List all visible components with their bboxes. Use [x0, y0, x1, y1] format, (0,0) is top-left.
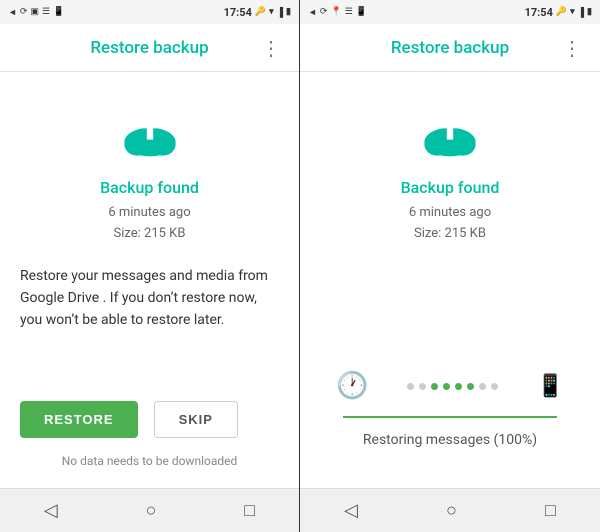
restoring-messages-label: Restoring messages (100%) — [363, 432, 537, 448]
backup-found-label-left: Backup found — [100, 178, 199, 197]
battery-icon: ▮ — [286, 7, 291, 17]
dot-4 — [443, 383, 450, 390]
progress-line — [343, 416, 557, 418]
screen-right: ◄ ⟳ 📍 ☰ 📱 17:54 🔑 ▾ ▐ ▮ Restore backup ⋮ — [300, 0, 600, 532]
menu-icon-status: ☰ — [42, 7, 50, 17]
cloud-upload-icon-right — [418, 102, 482, 166]
content-left: Backup found 6 minutes ago Size: 215 KB … — [0, 72, 299, 488]
backup-meta-right: 6 minutes ago Size: 215 KB — [409, 203, 491, 245]
overflow-menu-left[interactable]: ⋮ — [259, 36, 283, 60]
toolbar-title-left: Restore backup — [40, 38, 259, 58]
back-nav-left[interactable]: ◁ — [44, 500, 58, 521]
toolbar-title-right: Restore backup — [340, 38, 560, 58]
toolbar-right: Restore backup ⋮ — [300, 24, 600, 72]
home-nav-left[interactable]: ○ — [146, 500, 157, 521]
time-right: 17:54 — [525, 6, 553, 19]
status-icons-left-r: ◄ ⟳ 📍 ☰ 📱 — [308, 7, 367, 18]
recents-nav-right[interactable]: □ — [545, 500, 556, 521]
phone-icon-status: 📱 — [53, 7, 64, 17]
phone-icon-status-r: 📱 — [356, 7, 367, 17]
key-icon: 🔑 — [255, 7, 266, 17]
sync-icon-r: ⟳ — [320, 7, 328, 17]
toolbar-left: Restore backup ⋮ — [0, 24, 299, 72]
signal-bars-icon: ▐ — [277, 7, 283, 18]
screen-left: ◄ ⟳ ▣ ☰ 📱 17:54 🔑 ▾ ▐ ▮ Restore backup ⋮ — [0, 0, 300, 532]
backup-time-right: 6 minutes ago — [409, 203, 491, 224]
cloud-icon-container-left — [118, 102, 182, 170]
recents-nav-left[interactable]: □ — [244, 500, 255, 521]
history-icon: 🕐 — [336, 371, 368, 401]
cloud-icon-container-right — [418, 102, 482, 170]
signal-icon: ◄ — [8, 7, 17, 18]
backup-size-left: Size: 215 KB — [108, 224, 190, 245]
backup-time-left: 6 minutes ago — [108, 203, 190, 224]
dot-3 — [431, 383, 438, 390]
progress-track: 🕐 📱 — [316, 356, 584, 416]
sync-icon: ⟳ — [20, 7, 28, 17]
dot-1 — [407, 383, 414, 390]
phone-icon: 📱 — [537, 374, 564, 399]
camera-icon: ▣ — [30, 7, 39, 17]
home-nav-right[interactable]: ○ — [446, 500, 457, 521]
status-bar-right: ◄ ⟳ 📍 ☰ 📱 17:54 🔑 ▾ ▐ ▮ — [300, 0, 600, 24]
backup-found-label-right: Backup found — [401, 178, 500, 197]
progress-dots — [380, 383, 524, 390]
nav-bar-left: ◁ ○ □ — [0, 488, 299, 532]
dot-8 — [491, 383, 498, 390]
action-buttons: RESTORE SKIP — [16, 389, 238, 438]
status-bar-left: ◄ ⟳ ▣ ☰ 📱 17:54 🔑 ▾ ▐ ▮ — [0, 0, 299, 24]
key-icon-r: 🔑 — [556, 7, 567, 17]
progress-area: 🕐 📱 — [316, 356, 584, 448]
cloud-upload-icon-left — [118, 102, 182, 166]
location-icon-r: 📍 — [330, 7, 341, 17]
skip-button[interactable]: SKIP — [154, 401, 238, 438]
no-download-label: No data needs to be downloaded — [16, 454, 283, 468]
dot-5 — [455, 383, 462, 390]
dot-7 — [479, 383, 486, 390]
nav-bar-right: ◁ ○ □ — [300, 488, 600, 532]
overflow-menu-right[interactable]: ⋮ — [560, 36, 584, 60]
status-icons-right-r: 17:54 🔑 ▾ ▐ ▮ — [525, 6, 592, 19]
battery-icon-r: ▮ — [587, 7, 592, 17]
back-nav-right[interactable]: ◁ — [344, 500, 358, 521]
backup-description: Restore your messages and media from Goo… — [16, 265, 283, 332]
content-right: Backup found 6 minutes ago Size: 215 KB … — [300, 72, 600, 488]
time-left: 17:54 — [224, 6, 252, 19]
status-icons-left: ◄ ⟳ ▣ ☰ 📱 — [8, 7, 64, 18]
restore-button[interactable]: RESTORE — [20, 401, 138, 438]
wifi-icon: ▾ — [269, 7, 274, 17]
menu-icon-status-r: ☰ — [345, 7, 353, 17]
signal-icon-r: ◄ — [308, 7, 317, 18]
wifi-icon-r: ▾ — [570, 7, 575, 17]
status-icons-right: 17:54 🔑 ▾ ▐ ▮ — [224, 6, 291, 19]
signal-bars-icon-r: ▐ — [578, 7, 584, 18]
backup-meta-left: 6 minutes ago Size: 215 KB — [108, 203, 190, 245]
backup-size-right: Size: 215 KB — [409, 224, 491, 245]
dot-2 — [419, 383, 426, 390]
dot-6 — [467, 383, 474, 390]
